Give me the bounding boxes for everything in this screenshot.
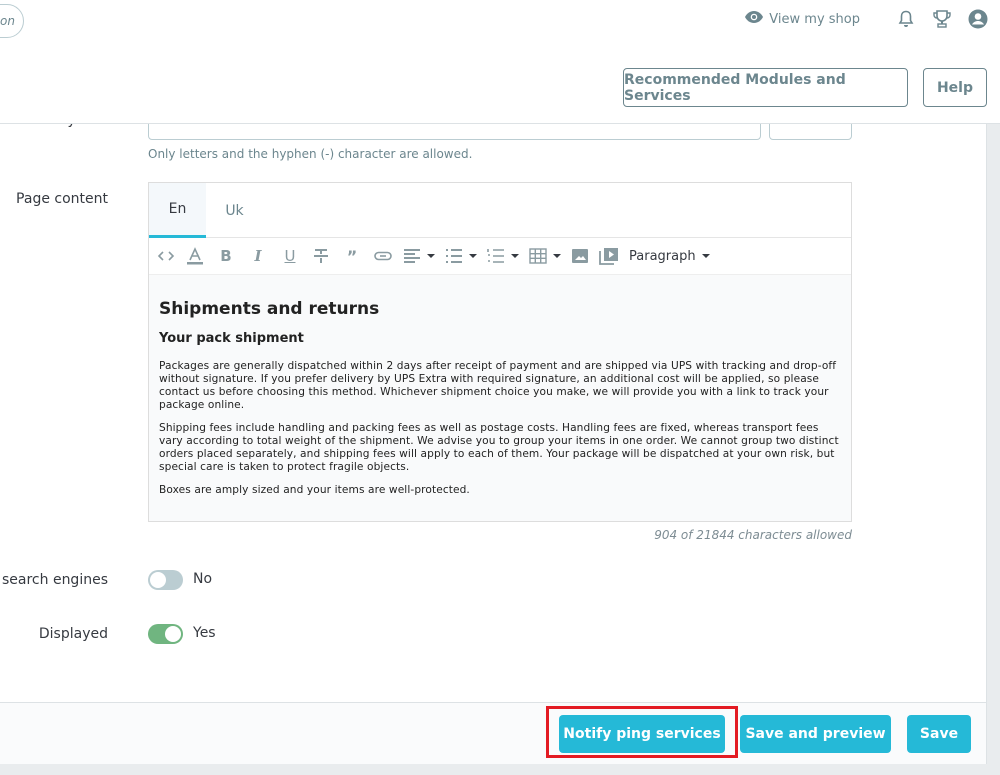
- link-icon[interactable]: [373, 246, 393, 266]
- save-button[interactable]: Save: [907, 715, 971, 753]
- friendly-url-input[interactable]: delivery: [148, 124, 761, 140]
- displayed-label: Displayed: [38, 626, 108, 642]
- tab-en[interactable]: En: [149, 183, 206, 238]
- view-my-shop-label: View my shop: [769, 11, 860, 27]
- content-paragraph: Boxes are amply sized and your items are…: [159, 484, 470, 496]
- header: on View my shop Recommended Modules and …: [0, 0, 1000, 124]
- notify-ping-services-button[interactable]: Notify ping services: [559, 715, 725, 753]
- character-counter: 904 of 21844 characters allowed: [654, 528, 852, 542]
- page-content-label: Page content: [16, 191, 108, 207]
- content-paragraph: Shipping fees include handling and packi…: [159, 422, 839, 473]
- form-panel: Friendly URL delivery en ▼ Only letters …: [0, 124, 987, 764]
- friendly-url-label: Friendly URL: [21, 124, 108, 128]
- tab-uk[interactable]: Uk: [206, 183, 263, 238]
- help-button[interactable]: Help: [923, 68, 987, 107]
- view-my-shop-link[interactable]: View my shop: [745, 11, 860, 27]
- italic-icon[interactable]: I: [247, 246, 269, 266]
- chevron-down-icon: [553, 254, 561, 258]
- displayed-toggle[interactable]: [148, 624, 183, 644]
- language-select-value: en: [788, 124, 804, 135]
- code-icon[interactable]: [157, 246, 175, 266]
- toggle-knob: [165, 626, 181, 642]
- image-icon[interactable]: [571, 246, 589, 266]
- chevron-down-icon: [427, 254, 435, 258]
- underline-icon[interactable]: U: [279, 246, 301, 266]
- chevron-down-icon: [701, 254, 710, 258]
- bullet-list-icon[interactable]: [445, 246, 477, 266]
- partial-header-button[interactable]: on: [0, 4, 24, 38]
- page-content-editor: En Uk B I U ” Paragraph Shipments and re…: [148, 182, 852, 522]
- eye-icon: [745, 11, 769, 27]
- paragraph-format-dropdown[interactable]: Paragraph: [629, 246, 710, 266]
- user-icon[interactable]: [968, 9, 988, 29]
- chevron-down-icon: [469, 254, 477, 258]
- editor-toolbar: B I U ” Paragraph: [149, 238, 851, 275]
- displayed-state: Yes: [193, 625, 216, 641]
- trophy-icon[interactable]: [932, 9, 952, 29]
- language-tabs: En Uk: [149, 183, 851, 238]
- content-paragraph: Packages are generally dispatched within…: [159, 360, 837, 411]
- editor-content[interactable]: Shipments and returns Your pack shipment…: [149, 275, 851, 521]
- bell-icon[interactable]: [896, 9, 916, 29]
- text-color-icon[interactable]: [185, 246, 205, 266]
- align-icon[interactable]: [403, 246, 435, 266]
- content-subheading: Your pack shipment: [159, 331, 304, 346]
- media-icon[interactable]: [599, 246, 619, 266]
- strikethrough-icon[interactable]: [311, 246, 331, 266]
- indexation-label: Indexation by search engines: [0, 572, 108, 588]
- form-footer: Notify ping services Save and preview Sa…: [0, 702, 986, 764]
- form-body: Friendly URL delivery en ▼ Only letters …: [0, 124, 986, 702]
- chevron-down-icon: [511, 254, 519, 258]
- recommended-modules-button[interactable]: Recommended Modules and Services: [623, 68, 908, 107]
- save-and-preview-button[interactable]: Save and preview: [740, 715, 891, 753]
- indexation-state: No: [193, 571, 213, 587]
- toggle-knob: [150, 572, 166, 588]
- language-select[interactable]: en ▼: [769, 124, 852, 140]
- friendly-url-help: Only letters and the hyphen (-) characte…: [148, 147, 473, 161]
- content-heading: Shipments and returns: [159, 299, 380, 319]
- table-icon[interactable]: [529, 246, 561, 266]
- chevron-down-icon: ▼: [825, 124, 833, 135]
- indexation-toggle[interactable]: [148, 570, 183, 590]
- top-nav: View my shop: [745, 8, 988, 30]
- numbered-list-icon[interactable]: [487, 246, 519, 266]
- paragraph-format-label: Paragraph: [629, 248, 696, 264]
- blockquote-icon[interactable]: ”: [341, 246, 363, 266]
- bold-icon[interactable]: B: [215, 246, 237, 266]
